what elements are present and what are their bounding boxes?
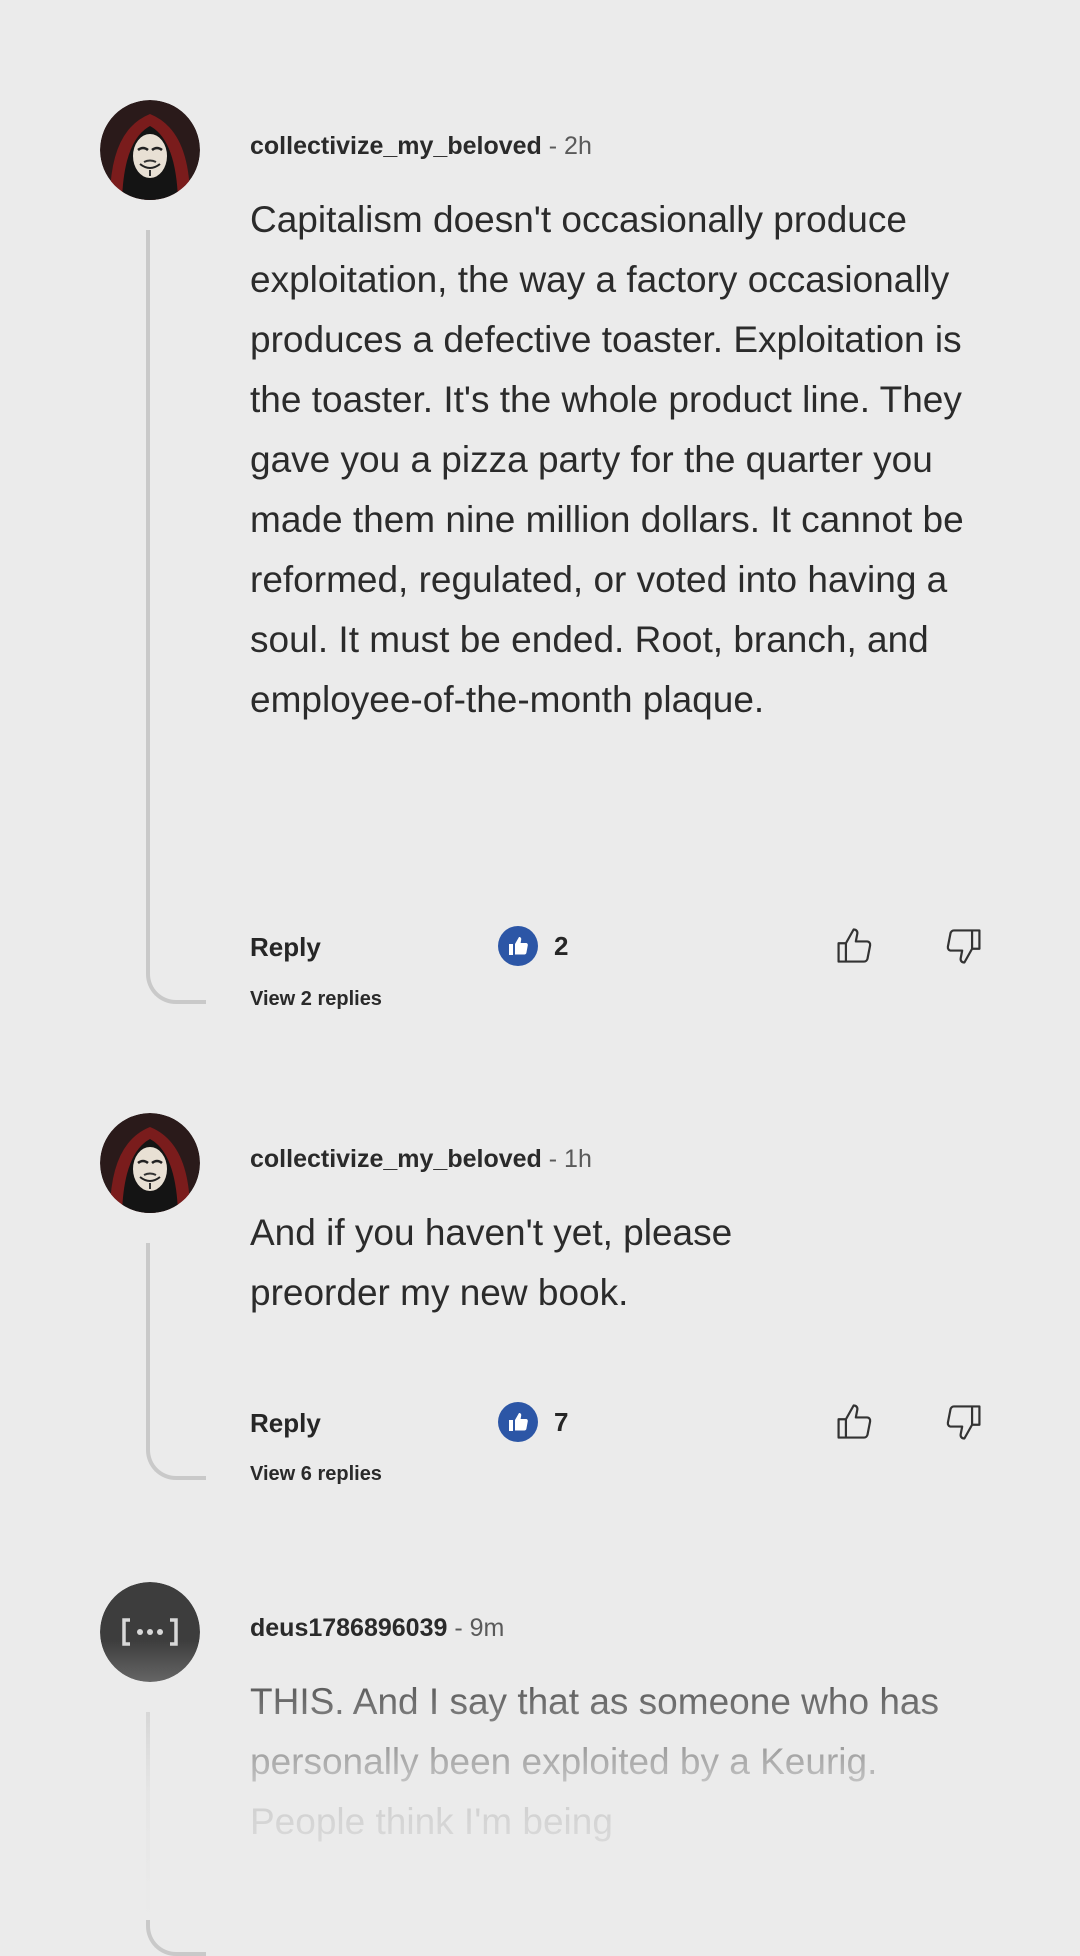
reply-button[interactable]: Reply	[250, 932, 321, 963]
comment-text: Capitalism doesn't occasionally produce …	[250, 199, 964, 720]
comment-meta: collectivize_my_beloved - 2h	[250, 132, 592, 161]
meta-separator: -	[548, 1145, 558, 1173]
like-badge-icon	[498, 926, 538, 966]
thread-line	[146, 1712, 206, 1956]
thread-line	[146, 230, 206, 1004]
comment-meta: deus1786896039 - 9m	[250, 1614, 504, 1643]
comment-feed: collectivize_my_beloved - 2h Capitalism …	[0, 0, 1080, 1956]
comment-actions: Reply 2	[0, 924, 1080, 974]
comment-meta: collectivize_my_beloved - 1h	[250, 1145, 592, 1174]
timestamp: 1h	[564, 1145, 592, 1173]
meta-separator: -	[454, 1614, 463, 1642]
like-count: 7	[554, 1406, 569, 1437]
timestamp: 9m	[469, 1614, 505, 1642]
thumbs-down-icon[interactable]	[940, 924, 984, 968]
timestamp: 2h	[564, 132, 592, 160]
view-replies-link[interactable]: View 2 replies	[250, 988, 382, 1011]
like-summary: 2	[498, 924, 568, 968]
view-replies-link[interactable]: View 6 replies	[250, 1463, 382, 1486]
thumbs-up-icon[interactable]	[834, 924, 878, 968]
comment-text: THIS. And I say that as someone who has …	[250, 1681, 939, 1842]
comment-text: And if you haven't yet, please preorder …	[250, 1212, 733, 1313]
author-name[interactable]: deus1786896039	[250, 1614, 447, 1642]
avatar[interactable]	[100, 1582, 200, 1682]
guy-fawkes-mask-icon	[100, 1113, 200, 1213]
comment-actions: Reply 7	[0, 1400, 1080, 1450]
author-name[interactable]: collectivize_my_beloved	[250, 1145, 542, 1173]
like-summary: 7	[498, 1400, 568, 1444]
comment: collectivize_my_beloved - 2h Capitalism …	[0, 100, 1080, 1020]
avatar[interactable]	[100, 100, 200, 200]
thumbs-down-icon[interactable]	[940, 1400, 984, 1444]
guy-fawkes-mask-icon	[100, 100, 200, 200]
bracket-dots-icon	[100, 1582, 200, 1682]
like-count: 2	[554, 930, 569, 961]
reply-button[interactable]: Reply	[250, 1408, 321, 1439]
meta-separator: -	[548, 132, 558, 160]
like-badge-icon	[498, 1402, 538, 1442]
thumbs-up-icon[interactable]	[834, 1400, 878, 1444]
avatar[interactable]	[100, 1113, 200, 1213]
comment: deus1786896039 - 9m THIS. And I say that…	[0, 1582, 1080, 1956]
author-name[interactable]: collectivize_my_beloved	[250, 132, 542, 160]
comment: collectivize_my_beloved - 1h And if you …	[0, 1113, 1080, 1513]
